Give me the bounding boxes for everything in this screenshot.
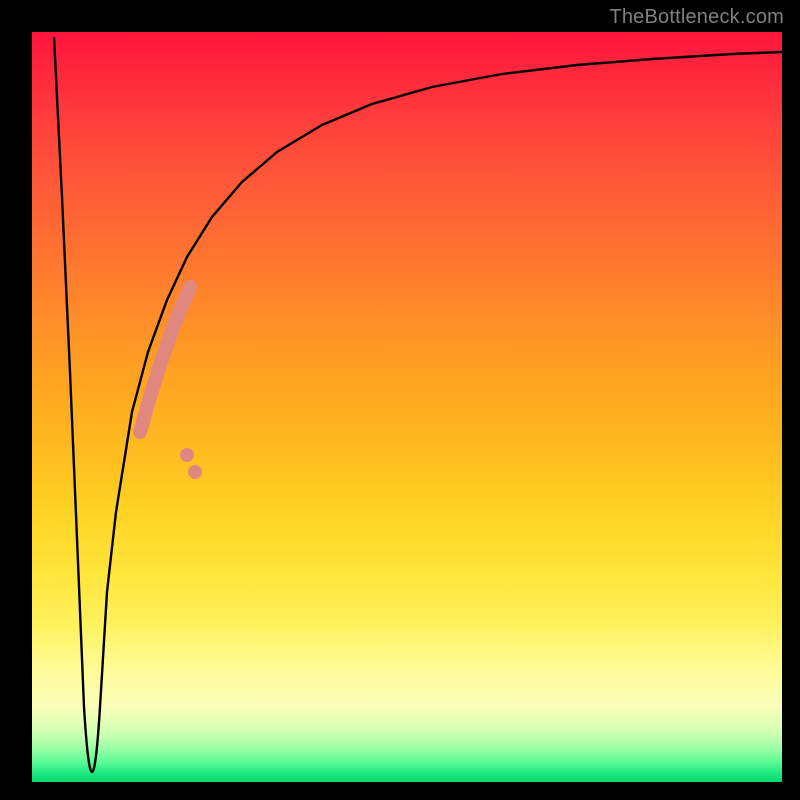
attribution-label: TheBottleneck.com (609, 6, 784, 29)
plot-area (32, 32, 782, 782)
bottleneck-curve (54, 37, 782, 772)
highlight-dot (180, 448, 194, 462)
highlight-dot (188, 465, 202, 479)
curve-overlay (32, 32, 782, 782)
chart-frame: TheBottleneck.com (0, 0, 800, 800)
